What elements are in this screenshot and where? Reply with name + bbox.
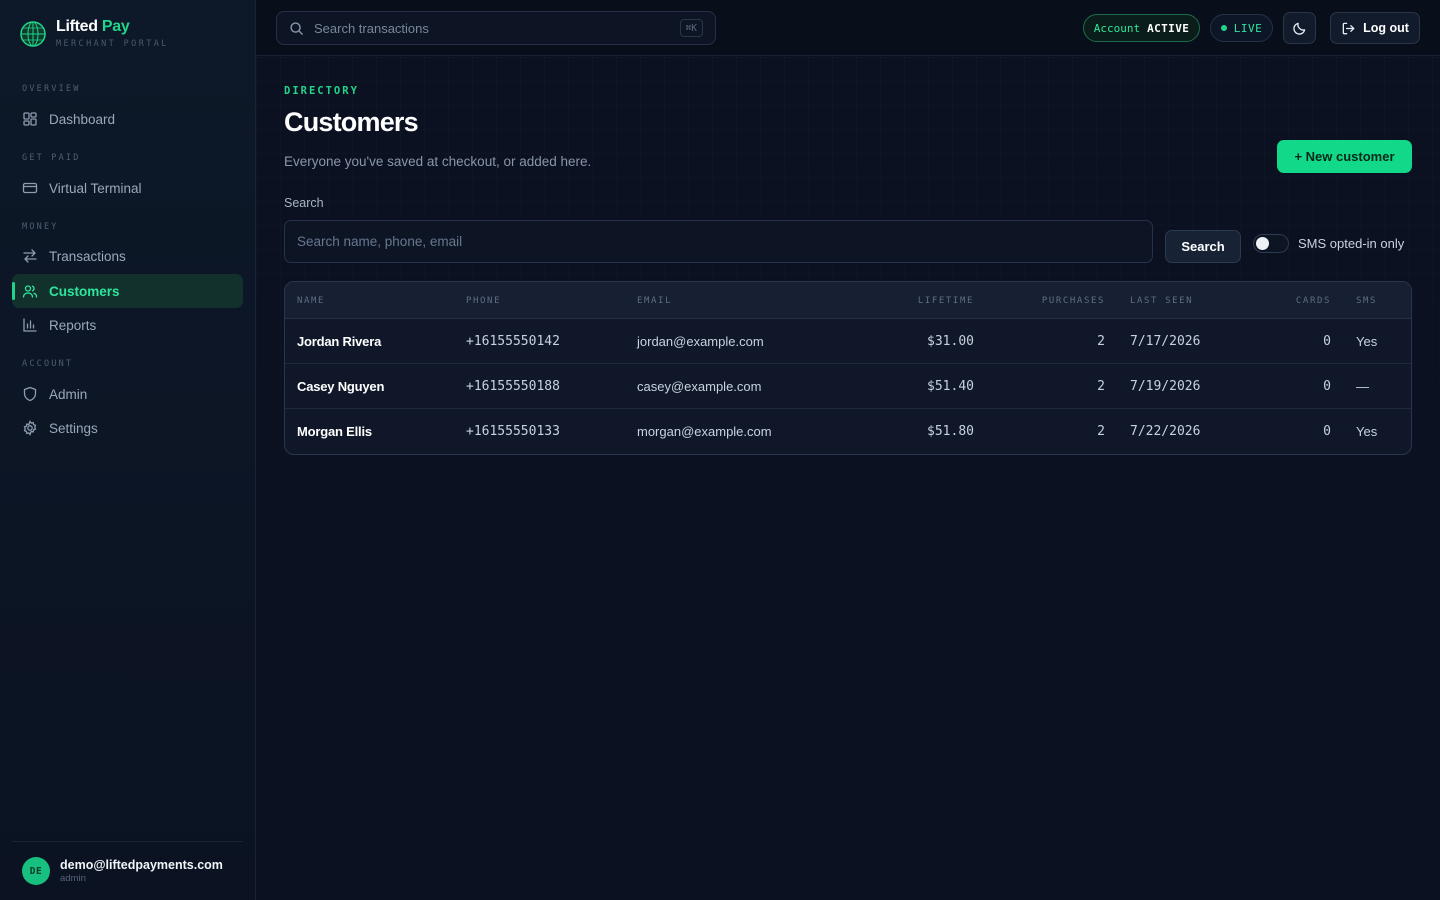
sidebar-item-reports[interactable]: Reports [12,308,243,342]
sms-toggle-label: SMS opted-in only [1298,236,1405,251]
customer-lifetime: $31.00 [927,334,974,349]
globe-logo-icon [20,20,46,47]
topbar: Search transactions ⌘K Account ACTIVE LI… [256,0,1440,56]
customer-purchases: 2 [1097,379,1105,394]
nav-section-money: MONEY [22,222,59,232]
toggle-knob [1256,237,1269,250]
shield-icon [23,386,37,402]
card-icon [22,182,38,194]
table-header: NAME PHONE EMAIL LIFETIME PURCHASES LAST… [285,282,1411,319]
customer-last-seen: 7/17/2026 [1130,334,1201,349]
page-subtitle: Everyone you've saved at checkout, or ad… [284,154,592,169]
user-role: admin [60,873,86,884]
customer-name: Jordan Rivera [297,334,382,349]
customer-last-seen: 7/19/2026 [1130,379,1201,394]
page-title: Customers [284,107,419,137]
sidebar-item-admin[interactable]: Admin [12,377,243,411]
search-button[interactable]: Search [1165,230,1241,263]
customer-purchases: 2 [1097,334,1105,349]
theme-toggle-button[interactable] [1283,12,1316,44]
column-header-lifetime[interactable]: LIFETIME [918,296,974,306]
customer-lifetime: $51.80 [927,424,974,439]
column-header-cards[interactable]: CARDS [1296,296,1331,306]
account-status: ACTIVE [1147,21,1190,35]
bar-chart-icon [23,318,37,332]
customer-email: jordan@example.com [637,334,764,349]
table-row[interactable]: Casey Nguyen +16155550188 casey@example.… [285,364,1411,409]
sidebar-item-settings[interactable]: Settings [12,411,243,445]
nav-section-get-paid: GET PAID [22,153,81,163]
customer-purchases: 2 [1097,424,1105,439]
customer-cards: 0 [1323,334,1331,349]
arrows-icon [23,249,37,263]
customer-phone: +16155550188 [466,379,560,394]
brand-subtitle: MERCHANT PORTAL [56,39,169,49]
sidebar-item-customers[interactable]: Customers [12,274,243,308]
live-dot-icon [1220,25,1227,31]
customer-sms: — [1356,379,1369,394]
search-label: Search [284,196,324,210]
avatar: DE [22,857,50,885]
sidebar: Lifted Pay MERCHANT PORTAL OVERVIEW Dash… [0,0,256,900]
customer-sms: Yes [1356,424,1378,439]
customer-search-input[interactable] [284,220,1153,263]
transaction-search-placeholder: Search transactions [314,20,429,36]
live-mode-badge[interactable]: LIVE [1210,14,1273,42]
table-row[interactable]: Morgan Ellis +16155550133 morgan@example… [285,409,1411,454]
sidebar-item-label: Admin [49,386,88,402]
logout-button[interactable]: Log out [1330,12,1420,44]
column-header-sms[interactable]: SMS [1356,296,1377,306]
sidebar-item-transactions[interactable]: Transactions [12,239,243,273]
column-header-last-seen[interactable]: LAST SEEN [1130,296,1193,306]
sms-opted-in-toggle[interactable] [1253,234,1289,253]
grid-icon [23,112,37,126]
main-content: DIRECTORY Customers Everyone you've save… [256,57,1440,900]
customer-cards: 0 [1323,424,1331,439]
customers-table: NAME PHONE EMAIL LIFETIME PURCHASES LAST… [284,281,1412,455]
account-status-badge: Account ACTIVE [1083,14,1200,42]
sidebar-item-label: Settings [49,420,98,436]
sidebar-item-virtual-terminal[interactable]: Virtual Terminal [12,171,243,205]
account-label: Account [1093,21,1141,35]
customer-cards: 0 [1323,379,1331,394]
column-header-purchases[interactable]: PURCHASES [1042,296,1105,306]
column-header-email[interactable]: EMAIL [637,296,672,306]
search-icon [290,21,303,35]
page-eyebrow: DIRECTORY [284,85,359,97]
customer-sms: Yes [1356,334,1378,349]
logout-label: Log out [1363,21,1409,35]
sidebar-item-label: Customers [49,283,120,299]
customer-name: Casey Nguyen [297,379,385,394]
customer-email: morgan@example.com [637,424,772,439]
column-header-name[interactable]: NAME [297,296,325,306]
transaction-search[interactable]: Search transactions ⌘K [276,11,716,45]
sidebar-item-label: Dashboard [49,111,116,127]
brand-name: Lifted Pay [56,18,130,35]
customer-phone: +16155550133 [466,424,560,439]
users-icon [22,285,38,298]
brand[interactable]: Lifted Pay MERCHANT PORTAL [20,18,169,49]
sidebar-item-label: Transactions [49,248,126,264]
user-email: demo@liftedpayments.com [60,858,223,872]
live-mode-label: LIVE [1233,21,1263,35]
new-customer-button[interactable]: + New customer [1277,140,1412,173]
nav-section-account: ACCOUNT [22,359,74,369]
table-row[interactable]: Jordan Rivera +16155550142 jordan@exampl… [285,319,1411,364]
sidebar-item-dashboard[interactable]: Dashboard [12,102,243,136]
customer-name: Morgan Ellis [297,424,372,439]
gear-icon [23,420,37,436]
column-header-phone[interactable]: PHONE [466,296,501,306]
customer-last-seen: 7/22/2026 [1130,424,1201,439]
customer-email: casey@example.com [637,379,762,394]
sidebar-item-label: Reports [49,317,97,333]
customer-phone: +16155550142 [466,334,560,349]
moon-icon [1293,22,1306,35]
logout-icon [1342,22,1355,34]
sidebar-item-label: Virtual Terminal [49,180,142,196]
user-profile[interactable]: DE demo@liftedpayments.com admin [12,841,243,900]
shortcut-hint: ⌘K [679,19,703,37]
nav-section-overview: OVERVIEW [22,84,81,94]
customer-lifetime: $51.40 [927,379,974,394]
